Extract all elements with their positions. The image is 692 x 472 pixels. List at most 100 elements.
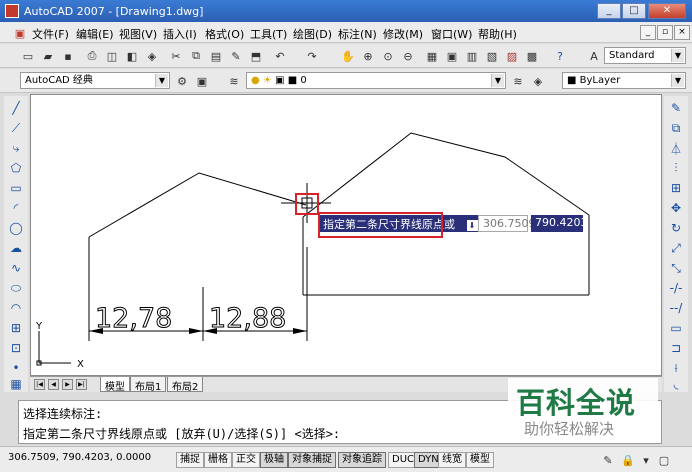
plot-icon[interactable]: ⎙	[84, 48, 100, 64]
extend-icon[interactable]: --/	[668, 300, 684, 316]
doc-restore-button[interactable]: ▫	[657, 25, 673, 40]
polyline-icon[interactable]: ⤷	[8, 140, 24, 156]
tab-model[interactable]: 模型	[100, 377, 130, 393]
status-menu-arrow-icon[interactable]: ▾	[638, 452, 654, 468]
tab-layout2[interactable]: 布局2	[167, 377, 204, 393]
grid-button[interactable]: 栅格	[204, 452, 232, 468]
polygon-icon[interactable]: ⬠	[8, 160, 24, 176]
object-snap-button[interactable]: 对象捕捉	[288, 452, 336, 468]
last-tab-icon[interactable]: ▶|	[76, 379, 87, 390]
maximize-button[interactable]: □	[622, 3, 646, 19]
object-tracking-button[interactable]: 对象追踪	[338, 452, 386, 468]
minimize-button[interactable]: _	[597, 3, 621, 19]
circle-icon[interactable]: ◯	[8, 220, 24, 236]
markup-icon[interactable]: ▨	[504, 48, 520, 64]
menu-tools[interactable]: 工具(T)	[250, 26, 287, 42]
first-tab-icon[interactable]: |◀	[34, 379, 45, 390]
fillet-icon[interactable]: ◟	[668, 376, 684, 392]
menu-view[interactable]: 视图(V)	[119, 26, 157, 42]
tool-palettes-icon[interactable]: ▥	[464, 48, 480, 64]
line-icon[interactable]: ╱	[8, 100, 24, 116]
workspace-settings-icon[interactable]: ⚙	[174, 73, 190, 89]
next-tab-icon[interactable]: ▶	[62, 379, 73, 390]
stretch-icon[interactable]: ⤡	[668, 260, 684, 276]
zoom-realtime-icon[interactable]: ⊕	[360, 48, 376, 64]
match-properties-icon[interactable]: ✎	[228, 48, 244, 64]
snap-button[interactable]: 捕捉	[176, 452, 204, 468]
lock-icon[interactable]: 🔒	[620, 452, 636, 468]
erase-icon[interactable]: ✎	[668, 100, 684, 116]
close-button[interactable]: ✕	[648, 3, 686, 19]
calculator-icon[interactable]: ▩	[524, 48, 540, 64]
layer-previous-icon[interactable]: ◈	[530, 73, 546, 89]
spline-icon[interactable]: ∿	[8, 260, 24, 276]
make-block-icon[interactable]: ⊡	[8, 340, 24, 356]
layer-manager-icon[interactable]: ≋	[226, 73, 242, 89]
rotate-icon[interactable]: ↻	[668, 220, 684, 236]
communication-center-icon[interactable]: ✎	[600, 452, 616, 468]
design-center-icon[interactable]: ▣	[444, 48, 460, 64]
3d-dwf-icon[interactable]: ◈	[144, 48, 160, 64]
menu-file[interactable]: 文件(F)	[32, 26, 69, 42]
new-icon[interactable]: ▭	[20, 48, 36, 64]
lineweight-button[interactable]: 线宽	[438, 452, 466, 468]
paste-icon[interactable]: ▤	[208, 48, 224, 64]
menu-dimension[interactable]: 标注(N)	[338, 26, 377, 42]
zoom-window-icon[interactable]: ⊙	[380, 48, 396, 64]
color-select[interactable]: ■ ByLayer ▼	[562, 72, 686, 89]
workspace-select[interactable]: AutoCAD 经典 ▼	[20, 72, 170, 89]
offset-icon[interactable]: ⫶	[668, 160, 684, 176]
menu-insert[interactable]: 插入(I)	[163, 26, 197, 42]
undo-icon[interactable]: ↶	[272, 48, 288, 64]
trim-icon[interactable]: -/-	[668, 280, 684, 296]
break-icon[interactable]: ▭	[668, 320, 684, 336]
revision-cloud-icon[interactable]: ☁	[8, 240, 24, 256]
arc-icon[interactable]: ◜	[8, 200, 24, 216]
ellipse-icon[interactable]: ⬭	[8, 280, 24, 296]
doc-close-button[interactable]: ×	[674, 25, 690, 40]
cut-icon[interactable]: ✂	[168, 48, 184, 64]
copy-icon[interactable]: ⧉	[188, 48, 204, 64]
menu-window[interactable]: 窗口(W)	[431, 26, 472, 42]
point-icon[interactable]: •	[8, 360, 24, 376]
open-icon[interactable]: ▰	[40, 48, 56, 64]
block-editor-icon[interactable]: ⬒	[248, 48, 264, 64]
menu-modify[interactable]: 修改(M)	[383, 26, 423, 42]
help-icon[interactable]: ?	[552, 48, 568, 64]
menu-format[interactable]: 格式(O)	[205, 26, 244, 42]
properties-icon[interactable]: ▦	[424, 48, 440, 64]
chamfer-icon[interactable]: ⟊	[668, 360, 684, 376]
ortho-button[interactable]: 正交	[232, 452, 260, 468]
join-icon[interactable]: ⊐	[668, 340, 684, 356]
make-object-layer-current-icon[interactable]: ≋	[510, 73, 526, 89]
command-current-line[interactable]: 指定第二条尺寸界线原点或 [放弃(U)/选择(S)] <选择>:	[23, 425, 340, 442]
redo-icon[interactable]: ↷	[304, 48, 320, 64]
construction-line-icon[interactable]: ⟋	[8, 120, 24, 136]
plot-preview-icon[interactable]: ◫	[104, 48, 120, 64]
download-arrow-icon[interactable]: ⬇	[466, 220, 478, 231]
ellipse-arc-icon[interactable]: ◠	[8, 300, 24, 316]
clean-screen-icon[interactable]: ▢	[656, 452, 672, 468]
sheet-set-icon[interactable]: ▧	[484, 48, 500, 64]
publish-icon[interactable]: ◧	[124, 48, 140, 64]
my-workspace-icon[interactable]: ▣	[194, 73, 210, 89]
move-icon[interactable]: ✥	[668, 200, 684, 216]
menu-draw[interactable]: 绘图(D)	[293, 26, 332, 42]
scale-icon[interactable]: ⤢	[668, 240, 684, 256]
previous-tab-icon[interactable]: ◀	[48, 379, 59, 390]
mirror-icon[interactable]: ⏃	[668, 140, 684, 156]
menu-edit[interactable]: 编辑(E)	[76, 26, 114, 42]
save-icon[interactable]: ▪	[60, 48, 76, 64]
doc-minimize-button[interactable]: _	[640, 25, 656, 40]
menu-help[interactable]: 帮助(H)	[478, 26, 517, 42]
hatch-icon[interactable]: ▦	[8, 376, 24, 392]
text-style-select[interactable]: Standard ▼	[604, 47, 686, 64]
zoom-previous-icon[interactable]: ⊖	[400, 48, 416, 64]
y-coordinate-input[interactable]: 790.4203	[531, 215, 588, 232]
layer-select[interactable]: ● ☀ ▣ ■ 0 ▼	[246, 72, 506, 89]
tab-layout1[interactable]: 布局1	[130, 377, 167, 393]
model-button[interactable]: 模型	[466, 452, 494, 468]
x-coordinate-input[interactable]: 306.7509	[478, 215, 536, 232]
polar-button[interactable]: 极轴	[260, 452, 288, 468]
rectangle-icon[interactable]: ▭	[8, 180, 24, 196]
